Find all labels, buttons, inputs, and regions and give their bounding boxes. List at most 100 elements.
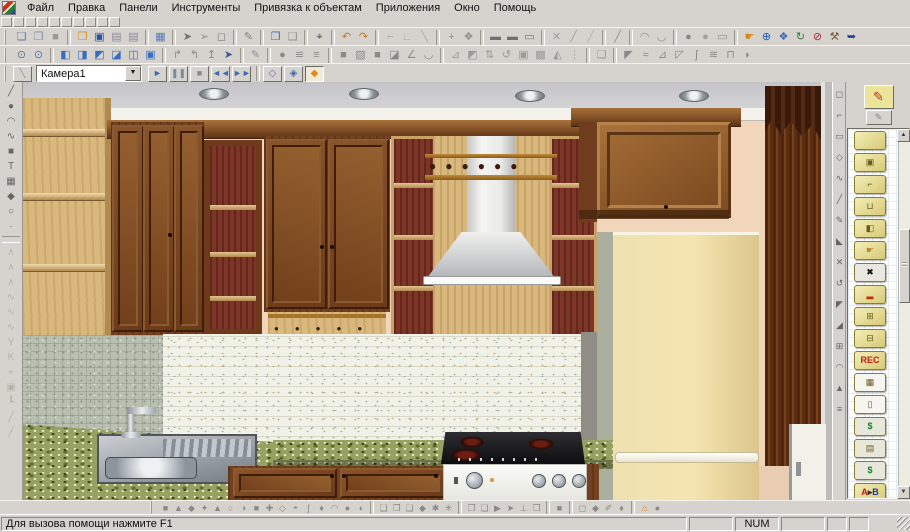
menu-item[interactable]: Помощь (487, 1, 544, 15)
new-document-icon[interactable]: ❏ (13, 30, 30, 45)
view-iso-icon[interactable]: ▣ (142, 48, 159, 63)
scrollbar-thumb[interactable] (899, 229, 910, 303)
module-angled[interactable]: ◧ (854, 219, 886, 238)
misc-icon[interactable]: ♦ (615, 502, 628, 514)
wireframe-view-button[interactable]: ◇ (263, 66, 282, 82)
forward-button[interactable]: ►► (232, 66, 251, 82)
chevron-down-icon[interactable]: ▼ (125, 66, 141, 81)
module-u-shape[interactable]: ⊔ (854, 197, 886, 216)
panel-tool-icon[interactable]: ▣ (2, 380, 20, 395)
module-fridge[interactable]: ▯ (854, 395, 886, 414)
module-table-dollar[interactable]: $ (854, 461, 886, 480)
module-tools[interactable]: ✖ (854, 263, 886, 282)
viewport-3d[interactable]: ●●●●● ●●●●●● (22, 82, 833, 500)
view-back-icon[interactable]: ◨ (74, 48, 91, 63)
solid-icon[interactable]: ■ (369, 48, 386, 63)
half-circle-icon[interactable]: ◗ (739, 48, 756, 63)
branch-tool-icon[interactable]: Y (2, 335, 20, 350)
solid-view-button[interactable]: ◆ (305, 66, 324, 82)
wave-icon[interactable]: ∿ (834, 170, 846, 187)
panel-icon[interactable]: ▣ (515, 48, 532, 63)
rectangle-tool-icon[interactable]: ■ (2, 144, 20, 159)
half-plane-icon[interactable]: ⌐ (834, 107, 846, 124)
module-hand[interactable]: ☛ (854, 241, 886, 260)
line-tool-icon[interactable]: ╱ (2, 84, 20, 99)
node-arrow-tool-icon[interactable]: K (2, 350, 20, 365)
hatch-tool-icon[interactable]: ▦ (2, 174, 20, 189)
accessory-icon[interactable]: ▶ (491, 502, 504, 514)
delete-icon[interactable]: ✕ (548, 30, 565, 45)
toolbar-placeholder-cell[interactable] (25, 17, 36, 27)
copy-icon[interactable]: ❐ (267, 30, 284, 45)
accessory-icon[interactable]: ⊥ (517, 502, 530, 514)
object-shape-icon[interactable]: ◇ (276, 502, 289, 514)
module-ab[interactable]: A▸B (854, 483, 886, 499)
object-shape-icon[interactable]: ○ (224, 502, 237, 514)
curve-tool-icon[interactable]: ∿ (2, 129, 20, 144)
resize-grip[interactable] (897, 517, 910, 530)
toolbar-placeholder-cell[interactable] (1, 17, 12, 27)
module-rec[interactable]: REC (854, 351, 886, 370)
placeholder-icon[interactable]: ■ (47, 30, 64, 45)
edit-small-button[interactable]: ✎ (866, 110, 892, 125)
object-shape-icon[interactable]: ▲ (211, 502, 224, 514)
toolbar-placeholder-cell[interactable] (73, 17, 84, 27)
rewind-button[interactable]: ◄◄ (211, 66, 230, 82)
corner-tool-icon[interactable]: ┗ (2, 395, 20, 410)
solid-rect2-icon[interactable]: ▬ (504, 30, 521, 45)
object-shape-icon[interactable]: ◠ (328, 502, 341, 514)
arc-up-icon[interactable]: ◠ (636, 30, 653, 45)
more-icon[interactable]: ⋮ (566, 48, 583, 63)
fitting-icon[interactable]: ❏ (377, 502, 390, 514)
line2-icon[interactable]: ╱ (565, 30, 582, 45)
save-icon[interactable]: ▣ (91, 30, 108, 45)
zoom-in-icon[interactable]: ⊙ (13, 48, 30, 63)
rect-plus-icon[interactable]: ▭ (714, 30, 731, 45)
view-flag2-icon[interactable]: ↰ (186, 48, 203, 63)
add-node-icon[interactable]: + (443, 30, 460, 45)
levels-icon[interactable]: ≌ (291, 48, 308, 63)
misc-icon[interactable]: ◆ (589, 502, 602, 514)
prism-icon[interactable]: ◭ (549, 48, 566, 63)
object-shape-icon[interactable]: ♦ (315, 502, 328, 514)
shade-icon[interactable]: ◪ (386, 48, 403, 63)
solid-rect-icon[interactable]: ▬ (487, 30, 504, 45)
build-icon[interactable]: ⚒ (826, 30, 843, 45)
wall-tool-icon[interactable]: ⊿ (447, 48, 464, 63)
module-red-top[interactable]: ▂ (854, 285, 886, 304)
toolbar-placeholder-cell[interactable] (85, 17, 96, 27)
material-icon[interactable]: ● (274, 48, 291, 63)
module-grid-tall[interactable]: ▦ (854, 373, 886, 392)
draw-pencil-icon[interactable]: ✎ (247, 48, 264, 63)
line4-icon[interactable]: ╱ (609, 30, 626, 45)
menu-item[interactable]: Привязка к объектам (247, 1, 369, 15)
angle-icon[interactable]: ∠ (403, 48, 420, 63)
object-shape-icon[interactable]: ■ (159, 502, 172, 514)
assembly-icon[interactable]: ◤ (620, 48, 637, 63)
object-shape-icon[interactable]: ◑ (237, 502, 250, 514)
zoom-out-icon[interactable]: ⊙ (30, 48, 47, 63)
polyline-tool-icon[interactable]: ∟ (399, 30, 416, 45)
import-icon[interactable]: ▤ (108, 30, 125, 45)
view-flag-icon[interactable]: ↱ (169, 48, 186, 63)
pin-icon[interactable]: ⌖ (311, 30, 328, 45)
object-shape-icon[interactable]: ✦ (198, 502, 211, 514)
module-box-hole[interactable]: ▣ (854, 153, 886, 172)
corner-icon[interactable]: ◸ (671, 48, 688, 63)
object-shape-icon[interactable]: ✚ (263, 502, 276, 514)
export-icon[interactable]: ▤ (125, 30, 142, 45)
wedge-icon[interactable]: ⊿ (654, 48, 671, 63)
swap-icon[interactable]: ⇅ (481, 48, 498, 63)
edit-icon[interactable]: ✎ (240, 30, 257, 45)
move-view-icon[interactable]: ❖ (775, 30, 792, 45)
marquee-select-icon[interactable]: ◻ (213, 30, 230, 45)
tri-left-icon[interactable]: ◣ (834, 233, 846, 250)
pause-button[interactable]: ❚❚ (169, 66, 188, 82)
object-shape-icon[interactable]: ■ (250, 502, 263, 514)
menu-item[interactable]: Окно (447, 1, 487, 15)
stop-icon[interactable]: ⊘ (809, 30, 826, 45)
toolbar-placeholder-cell[interactable] (109, 17, 120, 27)
print-icon[interactable]: ▦ (152, 30, 169, 45)
report-icon[interactable]: ❏ (593, 48, 610, 63)
triangle-icon[interactable]: ▲ (834, 380, 846, 397)
